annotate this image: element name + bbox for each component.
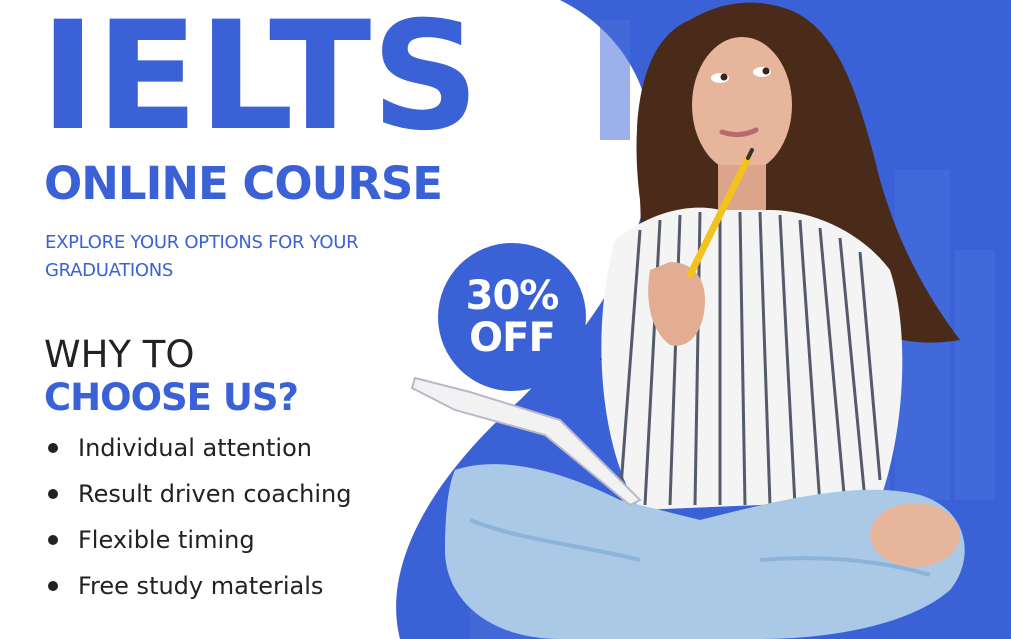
bullet-icon — [48, 443, 58, 453]
feature-item: Individual attention — [48, 425, 351, 471]
feature-list: Individual attention Result driven coach… — [48, 425, 351, 609]
discount-off-label: OFF — [469, 315, 556, 361]
headline-ielts: IELTS — [40, 0, 480, 164]
bullet-icon — [48, 489, 58, 499]
tagline: EXPLORE YOUR OPTIONS FOR YOUR GRADUATION… — [45, 232, 359, 281]
subheadline-online-course: ONLINE COURSE — [44, 157, 443, 210]
discount-percent: 30% — [465, 273, 560, 319]
feature-text: Flexible timing — [78, 526, 255, 554]
why-heading-line1: WHY TO — [44, 333, 195, 376]
why-heading-line2: CHOOSE US? — [44, 376, 299, 419]
feature-text: Free study materials — [78, 572, 324, 600]
bullet-icon — [48, 581, 58, 591]
face — [692, 37, 792, 173]
feature-item: Flexible timing — [48, 517, 351, 563]
discount-badge: 30% OFF — [438, 243, 586, 391]
feature-text: Result driven coaching — [78, 480, 352, 508]
feature-item: Result driven coaching — [48, 471, 351, 517]
bullet-icon — [48, 535, 58, 545]
feature-text: Individual attention — [78, 434, 312, 462]
course-banner: IELTS ONLINE COURSE EXPLORE YOUR OPTIONS… — [0, 0, 1011, 639]
feature-item: Free study materials — [48, 563, 351, 609]
